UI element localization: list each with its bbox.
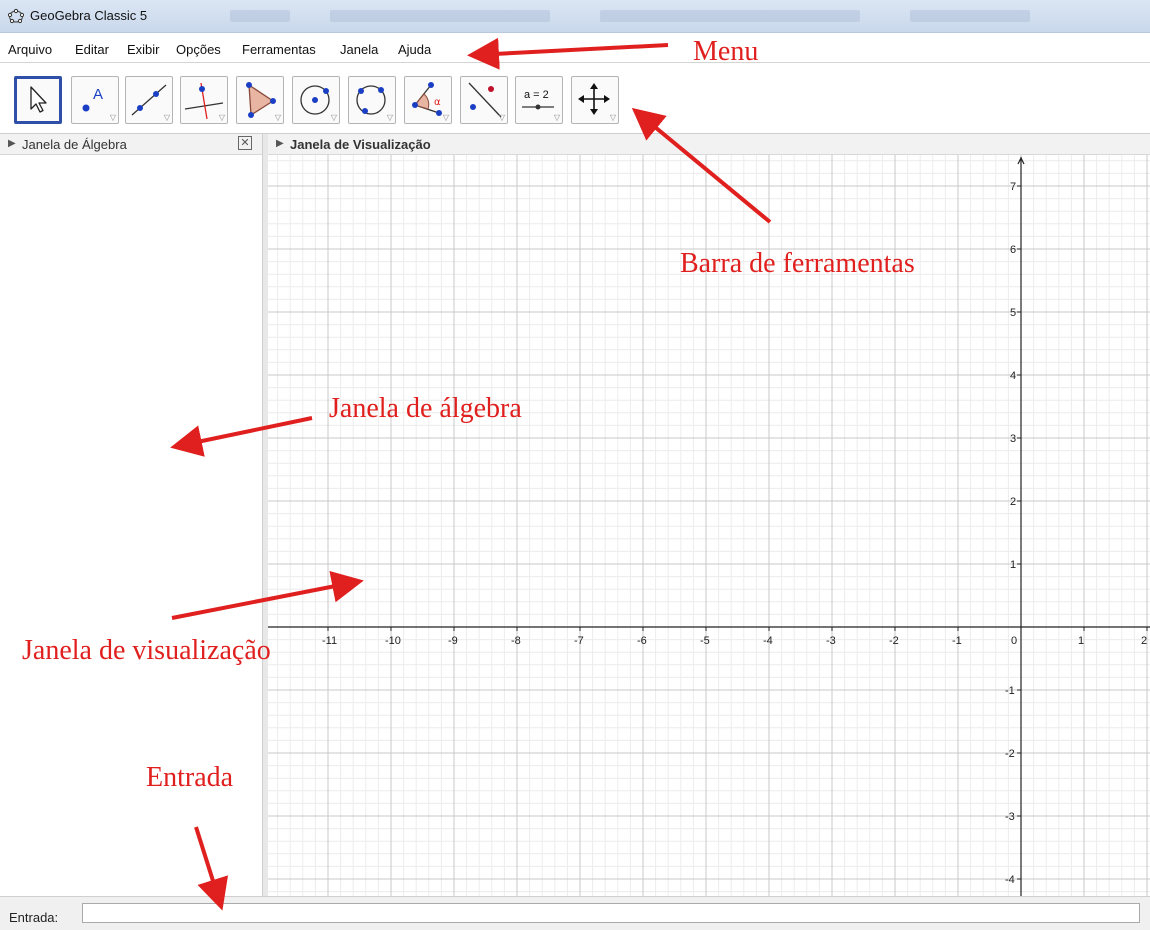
collapse-triangle-icon[interactable]: ▶	[276, 138, 284, 149]
input-field[interactable]	[82, 903, 1140, 923]
dropdown-triangle-icon: ▽	[386, 113, 393, 122]
input-bar: Entrada:	[0, 896, 1150, 930]
angle-tool-button[interactable]: α ▽	[404, 76, 452, 124]
y-tick-label: -4	[1005, 874, 1015, 886]
x-tick-label: -10	[385, 635, 401, 647]
x-tick-label: -7	[574, 635, 584, 647]
angle-tool-glyph: α	[434, 97, 441, 108]
algebra-view-title: Janela de Álgebra	[22, 137, 127, 152]
title-bar: GeoGebra Classic 5	[0, 0, 1150, 33]
perpendicular-line-tool-button[interactable]: ▽	[180, 76, 228, 124]
y-tick-label: -1	[1005, 685, 1015, 697]
geogebra-logo-icon	[8, 8, 24, 24]
circle-three-points-tool-button[interactable]: ▽	[348, 76, 396, 124]
dropdown-triangle-icon: ▽	[553, 113, 560, 122]
y-tick-label: 6	[1010, 244, 1016, 256]
arrow-cursor-icon	[30, 86, 47, 113]
menu-arquivo[interactable]: Arquivo	[8, 42, 52, 57]
x-tick-label: 2	[1141, 635, 1147, 647]
slider-tool-glyph: a = 2	[524, 89, 549, 101]
blurred-tab	[230, 10, 290, 22]
menu-ajuda[interactable]: Ajuda	[398, 42, 431, 57]
x-tick-label: -6	[637, 635, 647, 647]
annotation-graphics: Janela de visualização	[22, 635, 271, 666]
blurred-tab	[600, 10, 860, 22]
close-icon[interactable]: ✕	[238, 136, 252, 150]
toolbar: A ▽ ▽ ▽ ▽ ▽ ▽ α ▽ ▽ a = 2 ▽ ▽	[0, 63, 1150, 134]
y-tick-label: 5	[1010, 307, 1016, 319]
algebra-view-header: ▶ Janela de Álgebra	[0, 134, 262, 155]
annotation-toolbar: Barra de ferramentas	[680, 248, 915, 279]
slider-tool-button[interactable]: a = 2 ▽	[515, 76, 563, 124]
y-tick-label: -3	[1005, 811, 1015, 823]
annotation-arrow-input	[194, 826, 229, 911]
menu-opcoes[interactable]: Opções	[176, 42, 221, 57]
window-title: GeoGebra Classic 5	[30, 8, 148, 23]
menu-editar[interactable]: Editar	[75, 42, 109, 57]
x-tick-label: -5	[700, 635, 710, 647]
menu-janela[interactable]: Janela	[340, 42, 378, 57]
dropdown-triangle-icon: ▽	[609, 113, 616, 122]
y-tick-label: 7	[1010, 181, 1016, 193]
x-tick-label: -2	[889, 635, 899, 647]
menu-bar: Arquivo Editar Exibir Opções Ferramentas…	[0, 36, 1150, 63]
line-tool-button[interactable]: ▽	[125, 76, 173, 124]
x-tick-label: -3	[826, 635, 836, 647]
dropdown-triangle-icon: ▽	[163, 113, 170, 122]
x-tick-label: -4	[763, 635, 773, 647]
menu-exibir[interactable]: Exibir	[127, 42, 160, 57]
x-tick-label: -9	[448, 635, 458, 647]
dropdown-triangle-icon: ▽	[274, 113, 281, 122]
menu-ferramentas[interactable]: Ferramentas	[242, 42, 316, 57]
y-tick-label: 2	[1010, 496, 1016, 508]
y-tick-label: -2	[1005, 748, 1015, 760]
dropdown-triangle-icon: ▽	[218, 113, 225, 122]
annotation-menu: Menu	[693, 36, 759, 67]
x-tick-label: -1	[952, 635, 962, 647]
x-tick-label: 1	[1078, 635, 1084, 647]
reflect-tool-button[interactable]: ▽	[460, 76, 508, 124]
move-tool-button[interactable]	[14, 76, 62, 124]
dropdown-triangle-icon: ▽	[109, 113, 116, 122]
blurred-tab	[330, 10, 550, 22]
dropdown-triangle-icon: ▽	[330, 113, 337, 122]
input-label: Entrada:	[9, 910, 59, 925]
graphics-view-header: ▶ Janela de Visualização	[268, 134, 1150, 155]
collapse-triangle-icon[interactable]: ▶	[8, 138, 16, 149]
y-tick-label: 1	[1010, 559, 1016, 571]
circle-tool-button[interactable]: ▽	[292, 76, 340, 124]
polygon-tool-button[interactable]: ▽	[236, 76, 284, 124]
point-tool-button[interactable]: A ▽	[71, 76, 119, 124]
move-graphics-view-tool-button[interactable]: ▽	[571, 76, 619, 124]
point-tool-glyph: A	[93, 86, 103, 103]
annotation-input: Entrada	[146, 762, 234, 793]
y-tick-label: 3	[1010, 433, 1016, 445]
x-tick-label: -11	[322, 635, 337, 647]
graphics-view-title: Janela de Visualização	[290, 137, 431, 152]
dropdown-triangle-icon: ▽	[498, 113, 505, 122]
blurred-tab	[910, 10, 1030, 22]
dropdown-triangle-icon: ▽	[442, 113, 449, 122]
x-tick-label: 0	[1011, 635, 1017, 647]
x-tick-label: -8	[511, 635, 521, 647]
y-tick-label: 4	[1010, 370, 1016, 382]
annotation-algebra: Janela de álgebra	[329, 393, 522, 424]
